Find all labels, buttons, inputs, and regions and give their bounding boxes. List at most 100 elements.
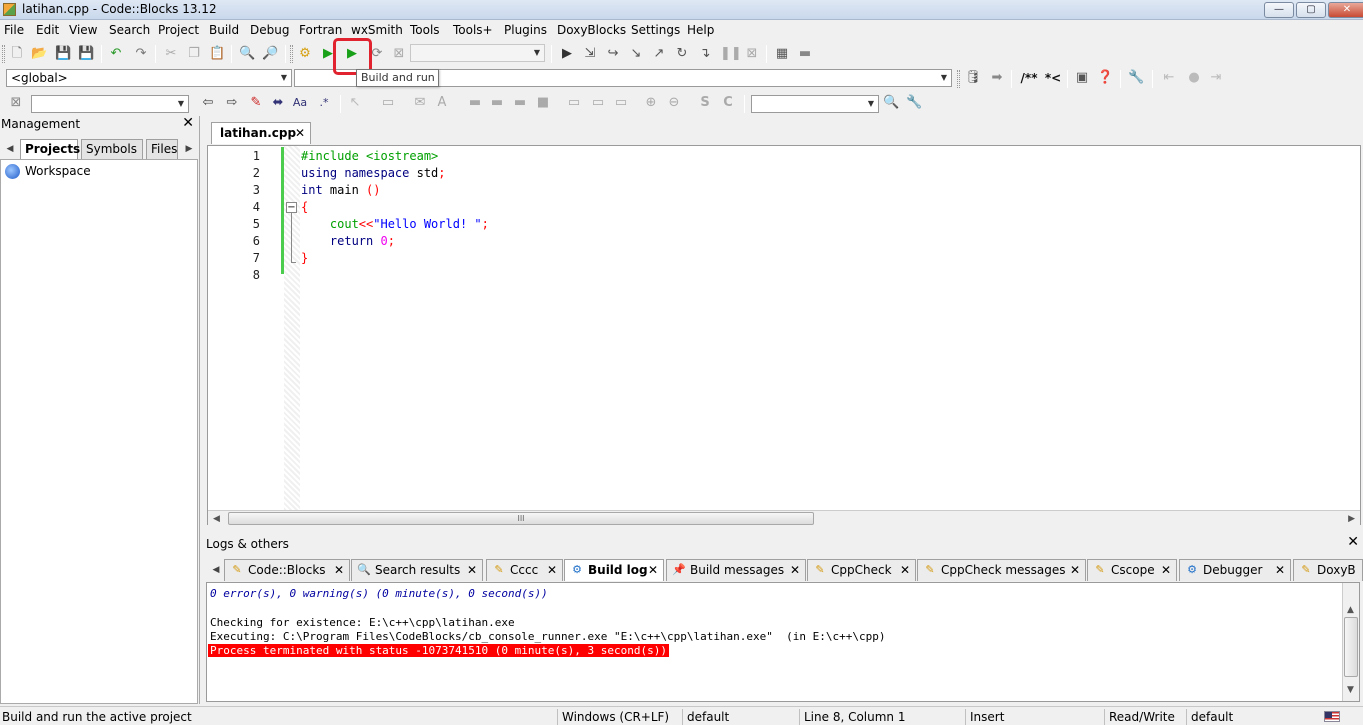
tab-projects[interactable]: Projects (20, 139, 80, 159)
tab-cccc[interactable]: ✎ Cccc ✕ (486, 559, 563, 581)
scope-select[interactable]: <global> ▼ (6, 69, 292, 87)
menu-edit[interactable]: Edit (36, 23, 59, 37)
close-tab-icon[interactable]: ✕ (1275, 560, 1285, 580)
replace-icon[interactable]: 🔎 (262, 46, 278, 62)
toolbar-grip[interactable] (2, 45, 5, 63)
zoom-out-icon[interactable]: ⊖ (666, 95, 682, 111)
email-icon[interactable]: ✉ (412, 95, 428, 111)
run-to-cursor-icon[interactable]: ⇲ (582, 46, 598, 62)
toolbar-grip[interactable] (957, 70, 960, 88)
regex-icon[interactable]: .* (316, 95, 332, 111)
toggle-bookmark-icon[interactable]: ● (1186, 70, 1202, 86)
menu-build[interactable]: Build (209, 23, 239, 37)
tab-cppcheck-messages[interactable]: ✎ CppCheck messages ✕ (917, 559, 1086, 581)
highlight-icon[interactable]: ✎ (248, 95, 264, 111)
stop-debug-icon[interactable]: ⊠ (744, 46, 760, 62)
new-file-icon[interactable]: 🗋 (9, 46, 25, 62)
search-icon[interactable]: 🔍 (883, 95, 899, 111)
debugging-windows-icon[interactable]: ▦ (774, 46, 790, 62)
pause-icon[interactable]: ❚❚ (720, 46, 742, 62)
close-icon[interactable]: ✕ (182, 115, 194, 131)
s-icon[interactable]: S (697, 95, 713, 111)
c-icon[interactable]: C (720, 95, 736, 111)
close-icon[interactable]: ✕ (1347, 534, 1359, 550)
tab-codeblocks-log[interactable]: ✎ Code::Blocks ✕ (224, 559, 350, 581)
pointer-icon[interactable]: ↖ (347, 95, 363, 111)
close-tab-icon[interactable]: ✕ (900, 560, 910, 580)
tab-scroll-left-icon[interactable]: ◀ (208, 562, 224, 578)
build-target-select[interactable]: ▼ (410, 44, 545, 62)
menu-wxsmith[interactable]: wxSmith (351, 23, 403, 37)
tab-files[interactable]: Files (146, 139, 178, 159)
tab-scroll-right-icon[interactable]: ▶ (181, 141, 197, 157)
tab-scroll-left-icon[interactable]: ◀ (2, 141, 18, 157)
vertical-scrollbar[interactable]: ▲ ▼ (1342, 583, 1359, 701)
next-instruction-icon[interactable]: ↻ (674, 46, 690, 62)
tab-build-log[interactable]: ⚙ Build log ✕ (564, 559, 664, 581)
close-tab-icon[interactable]: ✕ (1161, 560, 1171, 580)
build-icon[interactable]: ⚙ (297, 46, 313, 62)
open-icon[interactable]: 📂 (31, 46, 47, 62)
step-into-icon[interactable]: ↘ (628, 46, 644, 62)
find-select[interactable]: ▼ (751, 95, 879, 113)
close-button[interactable]: ✕ (1328, 2, 1363, 18)
find-next-icon[interactable]: ⇨ (224, 95, 240, 111)
maximize-button[interactable]: ▢ (1296, 2, 1326, 18)
menu-search[interactable]: Search (109, 23, 150, 37)
doxy-extract-icon[interactable]: ➡ (989, 70, 1005, 86)
clear-search-icon[interactable]: ⊠ (8, 95, 24, 111)
close-tab-icon[interactable]: ✕ (790, 560, 800, 580)
tab-doxyblocks[interactable]: ✎ DoxyB (1293, 559, 1363, 581)
paste-icon[interactable]: 📋 (209, 46, 225, 62)
scrollbar-thumb[interactable]: III (228, 512, 814, 525)
abort-icon[interactable]: ⊠ (391, 46, 407, 62)
prev-bookmark-icon[interactable]: ⇤ (1161, 70, 1177, 86)
find-previous-icon[interactable]: ⇦ (200, 95, 216, 111)
toolbar-grip[interactable] (290, 45, 293, 63)
menu-tools-plus[interactable]: Tools+ (453, 23, 493, 37)
code-editor[interactable]: 1 2 3 4 5 6 7 8 − #include <iostream> us… (207, 145, 1361, 525)
tab-build-messages[interactable]: 📌 Build messages ✕ (666, 559, 806, 581)
tab-latihan-cpp[interactable]: latihan.cpp ✕ (211, 122, 311, 144)
tab-search-results[interactable]: 🔍 Search results ✕ (351, 559, 483, 581)
step-out-icon[interactable]: ↗ (651, 46, 667, 62)
menu-settings[interactable]: Settings (631, 23, 680, 37)
rectangle-icon[interactable]: ▭ (380, 95, 396, 111)
tab-symbols[interactable]: Symbols (81, 139, 143, 159)
chm-doc-icon[interactable]: ❓ (1097, 70, 1113, 86)
scroll-right-icon[interactable]: ▶ (1348, 514, 1355, 524)
text-block-icon[interactable]: A (434, 95, 450, 111)
cut-icon[interactable]: ✂ (163, 46, 179, 62)
redo-icon[interactable]: ↷ (133, 46, 149, 62)
find-icon[interactable]: 🔍 (239, 46, 255, 62)
next-bookmark-icon[interactable]: ⇥ (1208, 70, 1224, 86)
tab-cppcheck[interactable]: ✎ CppCheck ✕ (807, 559, 916, 581)
tab-cscope[interactable]: ✎ Cscope ✕ (1087, 559, 1177, 581)
tree-item-workspace[interactable]: Workspace (25, 164, 91, 178)
html-doc-icon[interactable]: ▣ (1074, 70, 1090, 86)
close-tab-icon[interactable]: ✕ (648, 560, 658, 580)
menu-help[interactable]: Help (687, 23, 714, 37)
horizontal-scrollbar[interactable]: ◀ III ▶ (208, 510, 1360, 525)
build-log-output[interactable]: 0 error(s), 0 warning(s) (0 minute(s), 0… (206, 582, 1360, 702)
flow-block-1-icon[interactable]: ▬ (467, 95, 483, 111)
search-settings-icon[interactable]: 🔧 (906, 95, 922, 111)
database-icon[interactable]: 🛢 (965, 70, 982, 86)
flow-block-2-icon[interactable]: ▬ (489, 95, 505, 111)
menu-tools[interactable]: Tools (410, 23, 440, 37)
various-info-icon[interactable]: ▬ (797, 46, 813, 62)
match-case-icon[interactable]: Aa (292, 95, 308, 111)
menu-file[interactable]: File (4, 23, 24, 37)
quick-search-select[interactable]: ▼ (31, 95, 189, 113)
zoom-in-icon[interactable]: ⊕ (643, 95, 659, 111)
scrollbar-thumb[interactable] (1344, 617, 1358, 677)
menu-fortran[interactable]: Fortran (299, 23, 342, 37)
undo-icon[interactable]: ↶ (108, 46, 124, 62)
menu-plugins[interactable]: Plugins (504, 23, 547, 37)
save-all-icon[interactable]: 💾 (78, 46, 94, 62)
copy-icon[interactable]: ❐ (186, 46, 202, 62)
doxy-block-comment-button[interactable]: /** (1018, 70, 1040, 86)
close-tab-icon[interactable]: ✕ (334, 560, 344, 580)
step-into-instruction-icon[interactable]: ↴ (697, 46, 713, 62)
flow-block-3-icon[interactable]: ▬ (512, 95, 528, 111)
